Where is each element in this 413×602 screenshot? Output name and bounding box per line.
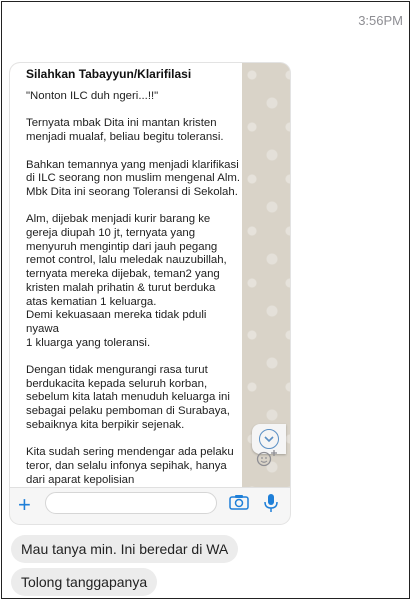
emoji-add-icon[interactable] [256, 449, 278, 472]
microphone-icon[interactable] [263, 493, 279, 518]
forwarded-message-title: Silahkan Tabayyun/Klarifilasi [26, 67, 192, 81]
plus-icon[interactable]: + [18, 494, 31, 516]
chevron-down-icon [259, 429, 279, 449]
chat-window: 3:56PM Silahkan Tabayyun/Klarifilasi "No… [1, 1, 410, 599]
forwarded-message-bubble: Silahkan Tabayyun/Klarifilasi "Nonton IL… [10, 63, 242, 487]
composer-bar: + [10, 487, 290, 524]
forwarded-message-body: "Nonton ILC duh ngeri...!!" Ternyata mba… [26, 90, 240, 486]
camera-icon[interactable] [229, 494, 249, 515]
incoming-message[interactable]: Tolong tanggapanya [11, 568, 158, 596]
message-timestamp: 3:56PM [358, 13, 403, 28]
message-input[interactable] [45, 492, 217, 514]
incoming-message[interactable]: Mau tanya min. Ini beredar di WA [11, 535, 239, 563]
attached-screenshot[interactable]: Silahkan Tabayyun/Klarifilasi "Nonton IL… [10, 63, 290, 524]
